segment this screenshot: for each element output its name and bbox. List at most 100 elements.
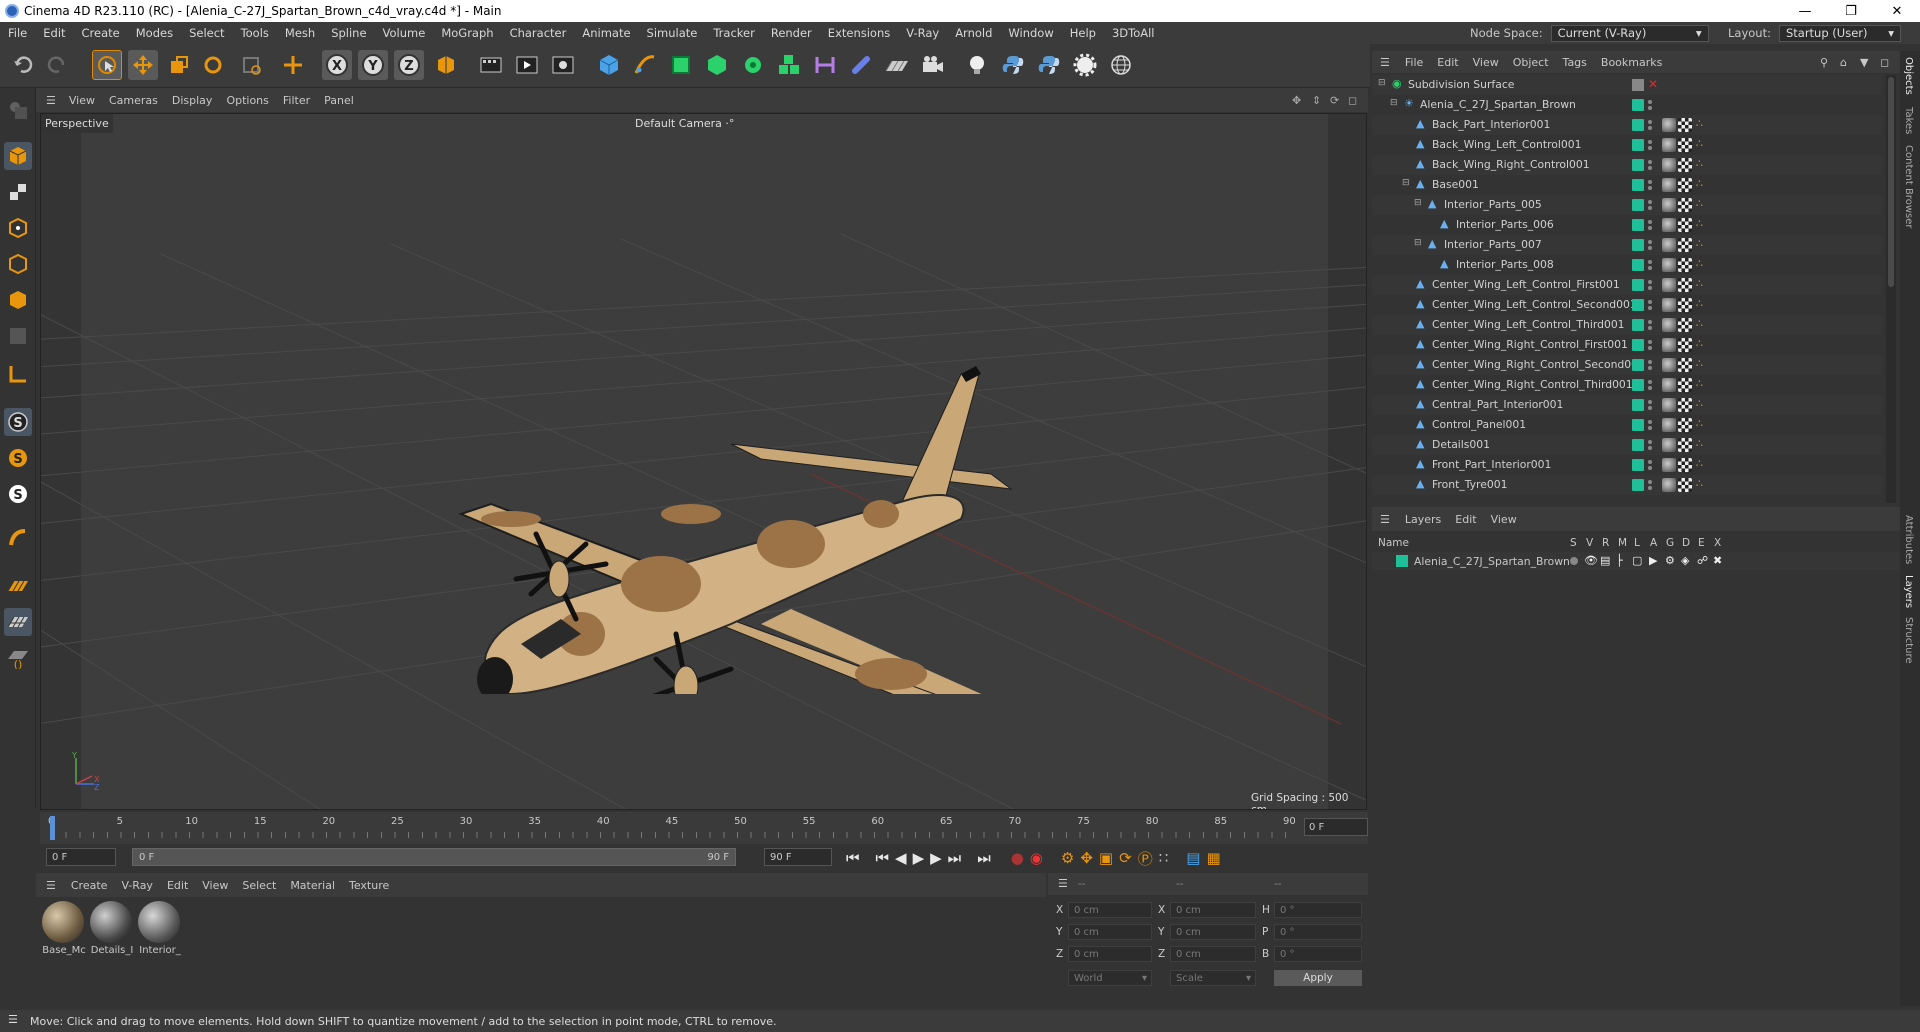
object-row[interactable]: ⊟ ▲ Base001 ∴ (1372, 175, 1882, 195)
deformer-button[interactable] (810, 50, 840, 80)
texture-tag-icon[interactable] (1678, 338, 1692, 352)
material-tag-icon[interactable] (1662, 238, 1676, 252)
workplane-lock-button[interactable]: () (4, 644, 32, 672)
visibility-dots-icon[interactable] (1648, 179, 1652, 191)
object-row[interactable]: ⊟ ☀ Alenia_C_27J_Spartan_Brown (1372, 95, 1882, 115)
timeline-ruler[interactable]: 051015202530354045505560657075808590 0 F (40, 812, 1368, 844)
material-tag-icon[interactable] (1662, 158, 1676, 172)
scrollbar-thumb[interactable] (1888, 77, 1894, 287)
tab-structure[interactable]: Structure (1903, 617, 1914, 664)
maximize-button[interactable]: ❐ (1828, 0, 1874, 22)
size-x-field[interactable]: 0 cm (1170, 902, 1256, 918)
field-object-button[interactable] (846, 50, 876, 80)
object-name[interactable]: Center_Wing_Right_Control_First001 (1432, 338, 1628, 351)
3d-viewport[interactable]: Perspective Default Camera ·° Grid Spaci… (40, 113, 1367, 810)
render-clapper-icon[interactable]: ▤ (1600, 554, 1610, 567)
light-object-button[interactable] (962, 50, 992, 80)
layer-color-tag[interactable] (1632, 359, 1644, 371)
tree-collapse-icon[interactable]: ⊟ (1390, 98, 1398, 108)
object-name[interactable]: Back_Wing_Right_Control001 (1432, 158, 1590, 171)
material-menu-edit[interactable]: Edit (160, 879, 195, 892)
object-name[interactable]: Base001 (1432, 178, 1479, 191)
object-row[interactable]: ▲ Center_Wing_Left_Control_First001 ∴ (1372, 275, 1882, 295)
minimize-button[interactable]: — (1782, 0, 1828, 22)
material-tag-icon[interactable] (1662, 138, 1676, 152)
active-camera-label[interactable]: Default Camera ·° (635, 117, 734, 130)
phong-tag-icon[interactable]: ∴ (1696, 197, 1703, 210)
layer-color-tag[interactable] (1632, 319, 1644, 331)
object-name[interactable]: Front_Part_Interior001 (1432, 458, 1551, 471)
object-row[interactable]: ▲ Back_Part_Interior001 ∴ (1372, 115, 1882, 135)
menu-mograph[interactable]: MoGraph (433, 26, 501, 40)
texture-tag-icon[interactable] (1678, 218, 1692, 232)
phong-tag-icon[interactable]: ∴ (1696, 397, 1703, 410)
playhead[interactable] (50, 816, 55, 840)
python-generator-button[interactable] (1034, 50, 1064, 80)
snap-settings-button[interactable]: S (4, 444, 32, 472)
phong-tag-icon[interactable]: ∴ (1696, 437, 1703, 450)
material-tag-icon[interactable] (1662, 318, 1676, 332)
object-row[interactable]: ▲ Center_Wing_Right_Control_Third001 ∴ (1372, 375, 1882, 395)
material-tag-icon[interactable] (1662, 298, 1676, 312)
phong-tag-icon[interactable]: ∴ (1696, 137, 1703, 150)
phong-tag-icon[interactable]: ∴ (1696, 297, 1703, 310)
record-keys-icon[interactable]: ● (1011, 849, 1024, 867)
material-item[interactable]: Details_I (90, 901, 134, 956)
material-tag-icon[interactable] (1662, 278, 1676, 292)
visibility-dots-icon[interactable] (1648, 279, 1652, 291)
object-menu-object[interactable]: Object (1506, 56, 1556, 69)
object-name[interactable]: Center_Wing_Right_Control_Second001 (1432, 358, 1645, 371)
menu-simulate[interactable]: Simulate (639, 26, 706, 40)
object-name[interactable]: Subdivision Surface (1408, 78, 1514, 91)
key-param-icon[interactable]: Ⓟ (1138, 848, 1153, 869)
visibility-dots-icon[interactable] (1648, 239, 1652, 251)
material-tag-icon[interactable] (1662, 358, 1676, 372)
expression-icon[interactable]: ☍ (1697, 554, 1708, 567)
material-menu-select[interactable]: Select (235, 879, 283, 892)
points-mode-button[interactable] (4, 214, 32, 242)
object-row[interactable]: ▲ Center_Wing_Left_Control_Second001 ∴ (1372, 295, 1882, 315)
layer-color-tag[interactable] (1632, 399, 1644, 411)
hamburger-icon[interactable]: ☰ (1380, 56, 1390, 69)
texture-tag-icon[interactable] (1678, 158, 1692, 172)
object-scrollbar[interactable] (1886, 75, 1896, 503)
object-name[interactable]: Interior_Parts_008 (1456, 258, 1554, 271)
visibility-dots-icon[interactable] (1648, 399, 1652, 411)
render-disabled-icon[interactable]: ✕ (1648, 77, 1658, 91)
tree-collapse-icon[interactable]: ⊟ (1402, 178, 1410, 188)
visibility-dots-icon[interactable] (1648, 259, 1652, 271)
object-name[interactable]: Details001 (1432, 438, 1490, 451)
material-menu-create[interactable]: Create (64, 879, 115, 892)
visibility-dots-icon[interactable] (1648, 99, 1652, 111)
material-tag-icon[interactable] (1662, 418, 1676, 432)
object-name[interactable]: Control_Panel001 (1432, 418, 1526, 431)
menu-character[interactable]: Character (502, 26, 575, 40)
layer-color-tag[interactable] (1632, 439, 1644, 451)
object-row[interactable]: ▲ Front_Part_Interior001 ∴ (1372, 455, 1882, 475)
object-name[interactable]: Central_Part_Interior001 (1432, 398, 1563, 411)
phong-tag-icon[interactable]: ∴ (1696, 357, 1703, 370)
model-mode-button[interactable] (4, 142, 32, 170)
menu-3dtoall[interactable]: 3DToAll (1104, 26, 1163, 40)
object-name[interactable]: Interior_Parts_005 (1444, 198, 1542, 211)
xref-icon[interactable]: ✖ (1713, 554, 1722, 567)
rotation-p-field[interactable]: 0 ° (1274, 924, 1362, 940)
material-tag-icon[interactable] (1662, 118, 1676, 132)
start-frame-field[interactable]: 0 F (46, 848, 116, 866)
object-row[interactable]: ▲ Center_Wing_Left_Control_Third001 ∴ (1372, 315, 1882, 335)
layer-color-tag[interactable] (1632, 199, 1644, 211)
manager-tree-icon[interactable]: ├ (1616, 554, 1623, 567)
phong-tag-icon[interactable]: ∴ (1696, 457, 1703, 470)
texture-tag-icon[interactable] (1678, 478, 1692, 492)
next-frame-icon[interactable]: ▶ (930, 849, 942, 867)
object-name[interactable]: Center_Wing_Left_Control_First001 (1432, 278, 1620, 291)
object-name[interactable]: Center_Wing_Right_Control_Third001 (1432, 378, 1633, 391)
object-row[interactable]: ▲ Back_Wing_Right_Control001 ∴ (1372, 155, 1882, 175)
layer-color-tag[interactable] (1632, 219, 1644, 231)
viewport-menu-cameras[interactable]: Cameras (102, 94, 165, 107)
prev-key-icon[interactable]: ⏮ (876, 849, 890, 867)
material-tag-icon[interactable] (1662, 438, 1676, 452)
layer-color-tag[interactable] (1632, 379, 1644, 391)
visibility-dots-icon[interactable] (1648, 139, 1652, 151)
dolly-view-icon[interactable]: ⇕ (1312, 94, 1321, 107)
